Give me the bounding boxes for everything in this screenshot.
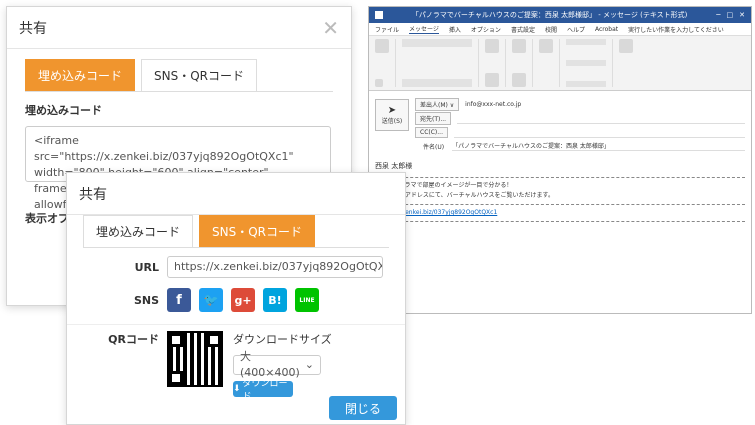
body-divider-3 (375, 221, 745, 222)
outlook-ribbon (369, 36, 751, 91)
attach-file-icon[interactable] (512, 39, 526, 53)
message-body[interactable]: 西泉 太郎様 360度パノラマで部屋のイメージが一目で分かる！ 下記のURLアド… (369, 153, 751, 233)
close-button[interactable]: 閉じる (329, 396, 397, 420)
adobe-link-icon[interactable] (539, 39, 553, 53)
to-row: 宛先(T)... (415, 111, 745, 125)
body-line-1: 360度パノラマで部屋のイメージが一目で分かる！ (375, 182, 513, 189)
facebook-icon[interactable]: f (167, 288, 191, 312)
ribbon-voice (619, 39, 639, 87)
download-controls: ダウンロードサイズ 大 (400×400) ⌄ ⬇ ダウンロード (233, 331, 332, 402)
dialog-body: 埋め込みコード SNS・QRコード URL https://x.zenkei.b… (67, 215, 405, 420)
section-divider (67, 324, 405, 325)
hatena-icon[interactable]: B! (263, 288, 287, 312)
from-row: 差出人(M) ∨ info@xxx-net.co.jp (415, 97, 745, 111)
outlook-title: 「パノラマでバーチャルハウスのご提案：西泉 太郎様邸」 - メッセージ (テキス… (411, 11, 688, 19)
ribbon-font (402, 39, 479, 87)
chevron-down-icon: ⌄ (304, 358, 314, 371)
from-button[interactable]: 差出人(M) ∨ (415, 97, 460, 111)
sns-label: SNS (133, 293, 159, 307)
body-line-2: 下記のURLアドレスにて、バーチャルハウスをご覧いただけます。 (375, 192, 554, 199)
cut-icon[interactable] (375, 79, 383, 87)
compose-header: ➤ 送信(S) 差出人(M) ∨ info@xxx-net.co.jp 宛先(T… (369, 91, 751, 153)
follow-up-flag[interactable] (566, 39, 606, 45)
download-button[interactable]: ⬇ ダウンロード (233, 379, 293, 402)
body-divider (375, 177, 745, 178)
menu-review[interactable]: 校閲 (545, 25, 557, 34)
from-value: info@xxx-net.co.jp (465, 100, 522, 108)
ribbon-names (485, 39, 506, 87)
close-window-icon[interactable]: ✕ (739, 11, 745, 19)
share-dialog-sns: 共有 埋め込みコード SNS・QRコード URL https://x.zenke… (66, 172, 406, 425)
download-icon: ⬇ (233, 384, 241, 394)
url-label: URL (134, 260, 159, 274)
dialog-header: 共有 (67, 173, 405, 215)
embed-section-label: 埋め込みコード (25, 104, 102, 117)
signature-icon[interactable] (512, 73, 526, 87)
dialog-header: 共有 ✕ (7, 7, 351, 49)
check-names-icon[interactable] (485, 73, 499, 87)
subject-row: 件名(U) 「パノラマでバーチャルハウスのご提案：西泉 太郎様邸」 (415, 139, 745, 153)
tab-bar: 埋め込みコード SNS・QRコード (83, 215, 389, 248)
to-input[interactable] (457, 113, 745, 124)
size-select[interactable]: 大 (400×400) ⌄ (233, 350, 321, 379)
body-link[interactable]: https://x.zenkei.biz/037yjq892OgOtQXc1 (375, 208, 745, 218)
menu-acrobat[interactable]: Acrobat (595, 26, 618, 33)
outlook-title-bar: 「パノラマでバーチャルハウスのご提案：西泉 太郎様邸」 - メッセージ (テキス… (369, 7, 751, 23)
body-greeting: 西泉 太郎様 (375, 162, 413, 170)
subject-label: 件名(U) (423, 143, 445, 151)
google-plus-icon[interactable]: g+ (231, 288, 255, 312)
url-input[interactable]: https://x.zenkei.biz/037yjq892OgOtQXc1 (167, 256, 383, 278)
address-book-icon[interactable] (485, 39, 499, 53)
ribbon-tags (566, 39, 613, 87)
cc-button[interactable]: CC(C)... (415, 126, 448, 138)
importance-high[interactable] (566, 60, 606, 66)
qr-code-image (167, 331, 223, 387)
ribbon-clipboard (375, 39, 396, 87)
outlook-window: 「パノラマでバーチャルハウスのご提案：西泉 太郎様邸」 - メッセージ (テキス… (368, 6, 752, 314)
close-icon[interactable]: ✕ (322, 16, 339, 40)
ribbon-adobe (539, 39, 560, 87)
sns-row: SNS f 🐦 g+ B! LINE (83, 288, 389, 312)
maximize-icon[interactable]: □ (727, 11, 734, 19)
menu-search[interactable]: 実行したい作業を入力してください (628, 25, 724, 34)
tab-sns-qr[interactable]: SNS・QRコード (141, 59, 258, 91)
qr-label: QRコード (108, 333, 159, 346)
cc-input[interactable] (453, 127, 745, 138)
minimize-icon[interactable]: ─ (716, 11, 720, 19)
dialog-title: 共有 (19, 20, 47, 37)
dictate-icon[interactable] (619, 39, 633, 53)
tab-embed-code[interactable]: 埋め込みコード (83, 215, 194, 247)
menu-message[interactable]: メッセージ (409, 24, 439, 34)
to-button[interactable]: 宛先(T)... (415, 111, 452, 125)
menu-help[interactable]: ヘルプ (567, 25, 585, 34)
outlook-logo-icon (375, 11, 383, 19)
send-icon: ➤ (387, 105, 397, 116)
body-divider-2 (375, 204, 745, 205)
font-format-buttons[interactable] (402, 79, 472, 87)
dialog-title: 共有 (79, 186, 107, 203)
tab-sns-qr[interactable]: SNS・QRコード (199, 215, 316, 247)
download-size-label: ダウンロードサイズ (233, 333, 332, 346)
cc-row: CC(C)... (415, 125, 745, 139)
menu-file[interactable]: ファイル (375, 25, 399, 34)
qr-row: QRコード ダウンロードサイズ 大 (400×400) ⌄ ⬇ ダウンロード (83, 331, 389, 402)
url-row: URL https://x.zenkei.biz/037yjq892OgOtQX… (83, 256, 389, 278)
subject-input[interactable]: 「パノラマでバーチャルハウスのご提案：西泉 太郎様邸」 (452, 141, 745, 151)
menu-format[interactable]: 書式設定 (511, 25, 535, 34)
twitter-icon[interactable]: 🐦 (199, 288, 223, 312)
tab-embed-code[interactable]: 埋め込みコード (25, 59, 136, 91)
menu-options[interactable]: オプション (471, 25, 501, 34)
line-icon[interactable]: LINE (295, 288, 319, 312)
ribbon-insert (512, 39, 533, 87)
menu-insert[interactable]: 挿入 (449, 25, 461, 34)
paste-icon[interactable] (375, 39, 389, 53)
tab-bar: 埋め込みコード SNS・QRコード (25, 59, 333, 92)
sns-icons: f 🐦 g+ B! LINE (167, 288, 319, 312)
send-button[interactable]: ➤ 送信(S) (375, 99, 409, 131)
font-selector[interactable] (402, 39, 472, 47)
outlook-menu: ファイル メッセージ 挿入 オプション 書式設定 校閲 ヘルプ Acrobat … (369, 23, 751, 36)
importance-low[interactable] (566, 81, 606, 87)
